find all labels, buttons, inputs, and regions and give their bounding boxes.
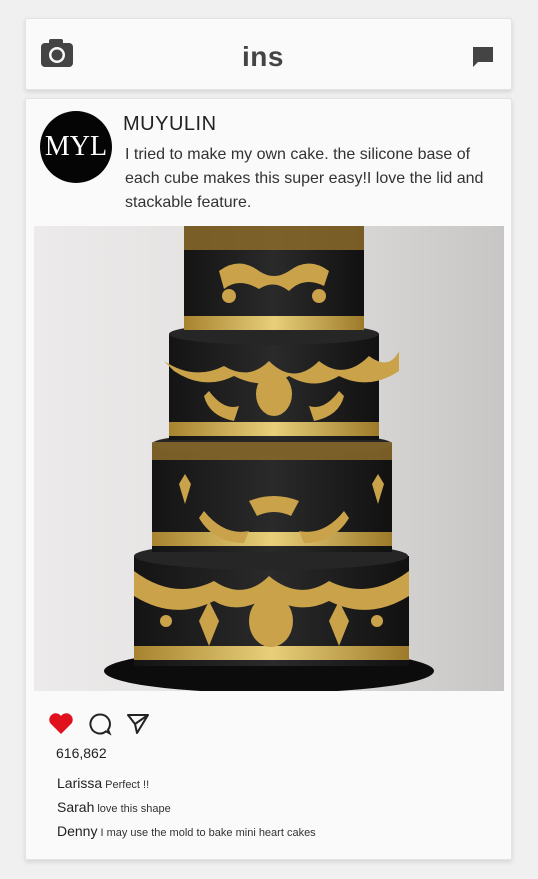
avatar[interactable]: MYL [40, 111, 112, 183]
share-icon[interactable] [126, 712, 150, 736]
cake-photo [34, 226, 504, 691]
comment-item: Sarah love this shape [57, 799, 171, 815]
heart-icon[interactable] [48, 712, 74, 736]
camera-icon[interactable] [40, 37, 74, 69]
comment-text: Perfect !! [105, 779, 150, 791]
comment-user[interactable]: Sarah [57, 799, 94, 815]
post-caption: I tried to make my own cake. the silicon… [125, 146, 484, 211]
comment-item: Larissa Perfect !! [57, 775, 149, 791]
comment-user[interactable]: Denny [57, 823, 97, 839]
app-logo: ins [242, 41, 284, 72]
like-count: 616,862 [56, 745, 107, 761]
comment-text: I may use the mold to bake mini heart ca… [100, 827, 316, 839]
comment-icon[interactable] [88, 712, 112, 736]
post-image[interactable] [34, 226, 504, 691]
comment-text: love this shape [97, 803, 171, 815]
action-bar [48, 708, 188, 740]
comment-item: Denny I may use the mold to bake mini hea… [57, 823, 316, 839]
comment-user[interactable]: Larissa [57, 775, 102, 791]
post-username[interactable]: MUYULIN [123, 113, 217, 136]
message-icon[interactable] [471, 45, 495, 69]
top-bar: ins [25, 18, 512, 90]
post-card: MYL MUYULIN I tried to make my own cake.… [25, 98, 512, 860]
